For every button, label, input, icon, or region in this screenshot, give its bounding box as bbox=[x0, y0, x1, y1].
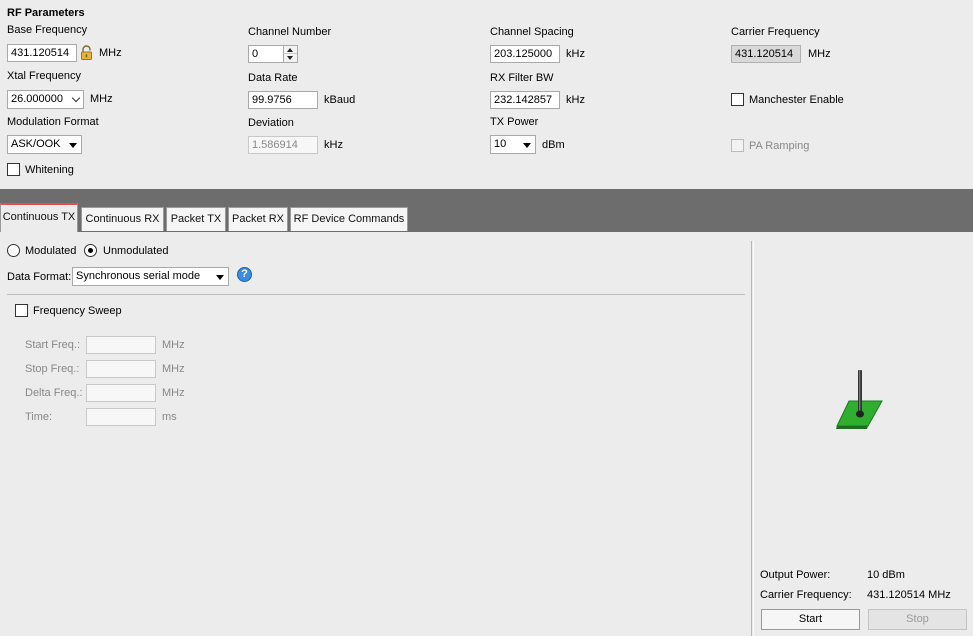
manchester-enable-label: Manchester Enable bbox=[749, 94, 844, 106]
delta-freq-label: Delta Freq.: bbox=[25, 387, 83, 399]
tab-packet-tx[interactable]: Packet TX bbox=[166, 207, 226, 231]
tx-power-unit: dBm bbox=[542, 139, 565, 151]
panel-divider-highlight bbox=[753, 241, 754, 636]
chevron-down-icon bbox=[287, 56, 293, 60]
unmodulated-radio[interactable] bbox=[84, 244, 97, 257]
time-label: Time: bbox=[25, 411, 53, 423]
antenna-icon bbox=[835, 368, 885, 430]
rf-parameters-title: RF Parameters bbox=[7, 7, 85, 19]
delta-freq-field bbox=[86, 384, 156, 402]
carrier-frequency-status-value: 431.120514 MHz bbox=[867, 589, 951, 601]
channel-spacing-field[interactable]: 203.125000 bbox=[490, 45, 560, 63]
base-frequency-field[interactable]: 431.120514 bbox=[7, 44, 77, 62]
spinner-up-button[interactable] bbox=[283, 46, 297, 54]
channel-number-spinner[interactable]: 0 bbox=[248, 45, 298, 63]
xtal-frequency-combo[interactable]: 26.000000 bbox=[7, 90, 84, 109]
time-unit: ms bbox=[162, 411, 177, 423]
spinner-down-button[interactable] bbox=[283, 54, 297, 62]
manchester-enable-checkbox[interactable] bbox=[731, 93, 744, 106]
modulation-format-label: Modulation Format bbox=[7, 116, 99, 128]
modulation-format-select[interactable]: ASK/OOK bbox=[7, 135, 82, 154]
deviation-field: 1.586914 bbox=[248, 136, 318, 154]
pa-ramping-label: PA Ramping bbox=[749, 140, 810, 152]
delta-freq-unit: MHz bbox=[162, 387, 185, 399]
pa-ramping-checkbox[interactable] bbox=[731, 139, 744, 152]
carrier-frequency-label: Carrier Frequency bbox=[731, 26, 820, 38]
channel-number-value: 0 bbox=[252, 48, 259, 60]
data-format-value: Synchronous serial mode bbox=[76, 270, 201, 282]
modulation-format-value: ASK/OOK bbox=[11, 138, 61, 150]
frequency-sweep-label: Frequency Sweep bbox=[33, 305, 122, 317]
carrier-frequency-unit: MHz bbox=[808, 48, 831, 60]
panel-divider bbox=[751, 241, 752, 636]
base-frequency-unit: MHz bbox=[99, 47, 122, 59]
modulated-radio[interactable] bbox=[7, 244, 20, 257]
channel-spacing-label: Channel Spacing bbox=[490, 26, 574, 38]
unmodulated-label: Unmodulated bbox=[103, 245, 169, 257]
data-format-label: Data Format: bbox=[7, 271, 72, 283]
rx-filter-bw-label: RX Filter BW bbox=[490, 72, 554, 84]
start-button[interactable]: Start bbox=[761, 609, 860, 630]
tab-packet-rx[interactable]: Packet RX bbox=[228, 207, 288, 231]
output-power-label: Output Power: bbox=[760, 569, 831, 581]
dropdown-arrow-icon bbox=[69, 143, 77, 148]
data-rate-field[interactable]: 99.9756 bbox=[248, 91, 318, 109]
frequency-sweep-checkbox[interactable] bbox=[15, 304, 28, 317]
dropdown-arrow-icon bbox=[216, 275, 224, 280]
whitening-label: Whitening bbox=[25, 164, 74, 176]
stop-freq-field bbox=[86, 360, 156, 378]
start-freq-field bbox=[86, 336, 156, 354]
xtal-frequency-value: 26.000000 bbox=[11, 93, 63, 105]
help-icon[interactable]: ? bbox=[237, 267, 252, 282]
modulated-label: Modulated bbox=[25, 245, 77, 257]
rx-filter-bw-field[interactable]: 232.142857 bbox=[490, 91, 560, 109]
start-freq-unit: MHz bbox=[162, 339, 185, 351]
output-power-value: 10 dBm bbox=[867, 569, 905, 581]
deviation-unit: kHz bbox=[324, 139, 343, 151]
data-rate-unit: kBaud bbox=[324, 94, 356, 106]
dropdown-arrow-icon bbox=[523, 143, 531, 148]
tab-rf-device-commands[interactable]: RF Device Commands bbox=[290, 207, 408, 231]
carrier-frequency-status-label: Carrier Frequency: bbox=[760, 589, 852, 601]
carrier-frequency-field: 431.120514 bbox=[731, 45, 801, 63]
tx-power-value: 10 bbox=[494, 138, 507, 150]
stop-button[interactable]: Stop bbox=[868, 609, 967, 630]
stop-freq-unit: MHz bbox=[162, 363, 185, 375]
rx-filter-bw-unit: kHz bbox=[566, 94, 585, 106]
whitening-checkbox[interactable] bbox=[7, 163, 20, 176]
deviation-label: Deviation bbox=[248, 117, 294, 129]
lock-icon[interactable] bbox=[80, 45, 93, 60]
tx-power-select[interactable]: 10 bbox=[490, 135, 536, 154]
data-rate-label: Data Rate bbox=[248, 72, 298, 84]
tab-continuous-tx[interactable]: Continuous TX bbox=[0, 203, 78, 232]
data-format-select[interactable]: Synchronous serial mode bbox=[72, 267, 229, 286]
xtal-frequency-unit: MHz bbox=[90, 93, 113, 105]
channel-number-label: Channel Number bbox=[248, 26, 332, 38]
channel-spacing-unit: kHz bbox=[566, 48, 585, 60]
divider bbox=[7, 294, 745, 295]
chevron-down-icon bbox=[71, 93, 81, 103]
tab-continuous-rx[interactable]: Continuous RX bbox=[81, 207, 164, 231]
stop-freq-label: Stop Freq.: bbox=[25, 363, 80, 375]
start-freq-label: Start Freq.: bbox=[25, 339, 81, 351]
tx-power-label: TX Power bbox=[490, 116, 539, 128]
base-frequency-label: Base Frequency bbox=[7, 24, 88, 36]
chevron-up-icon bbox=[287, 48, 293, 52]
time-field bbox=[86, 408, 156, 426]
xtal-frequency-label: Xtal Frequency bbox=[7, 70, 81, 82]
